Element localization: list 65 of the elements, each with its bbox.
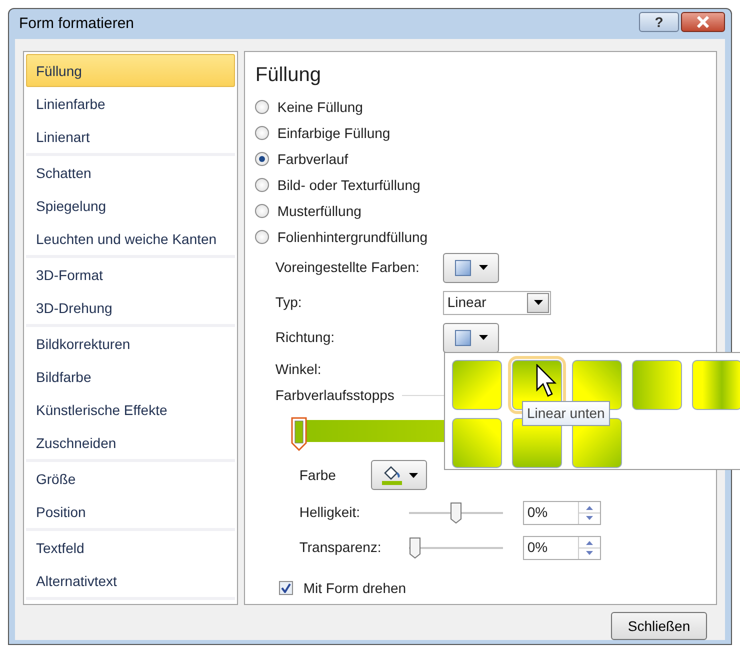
paint-bucket-icon [381, 465, 404, 485]
window-title: Form formatieren [19, 14, 134, 34]
direction-dropdown[interactable] [443, 322, 500, 352]
radio-label: Farbverlauf [277, 150, 348, 168]
caret-icon [479, 265, 488, 270]
radio-button[interactable] [255, 152, 270, 166]
transparency-field[interactable]: 0% [523, 536, 602, 560]
radio-button[interactable] [255, 100, 270, 114]
section-label: Farbverlaufsstopps [275, 386, 394, 405]
radio-button[interactable] [255, 178, 270, 192]
sidebar-item[interactable]: Schatten [26, 156, 236, 189]
sidebar-item[interactable]: Füllung [26, 54, 236, 87]
field-label: Farbe [299, 466, 337, 484]
tooltip: Linear unten [522, 401, 610, 426]
caret-icon [408, 472, 418, 478]
sidebar-item[interactable]: Linienart [26, 120, 236, 153]
sidebar-item[interactable]: Textfeld [26, 531, 236, 564]
sidebar-item[interactable]: Zuschneiden [26, 426, 236, 459]
radio-label: Bild- oder Texturfüllung [277, 176, 420, 195]
close-icon [696, 16, 710, 28]
field-label: Voreingestellte Farben: [275, 258, 420, 277]
gradient-tile[interactable] [452, 360, 502, 410]
field-label: Richtung: [275, 328, 336, 347]
color-dropdown[interactable] [371, 460, 428, 490]
sidebar-item[interactable]: Künstlerische Effekte [26, 393, 236, 426]
field-label: Winkel: [275, 360, 322, 378]
gradient-stop-handle[interactable] [291, 417, 308, 451]
slider-thumb[interactable] [450, 502, 462, 524]
sidebar-item[interactable]: Bildfarbe [26, 360, 236, 393]
caret-icon [479, 335, 488, 340]
slider-thumb[interactable] [409, 536, 422, 558]
help-button[interactable]: ? [639, 12, 679, 32]
gradient-swatch-icon [454, 260, 471, 276]
radio-label: Musterfüllung [277, 202, 362, 221]
sidebar-item[interactable]: 3D-Format [26, 258, 236, 291]
field-label: Typ: [275, 293, 303, 312]
sidebar-item[interactable]: Leuchten und weiche Kanten [26, 222, 236, 255]
sidebar-item[interactable]: 3D-Drehung [26, 291, 236, 324]
sidebar-item[interactable]: Größe [26, 462, 236, 495]
type-dropdown[interactable]: Linear [443, 290, 552, 314]
sidebar-item[interactable]: Linienfarbe [26, 87, 236, 120]
gradient-tile[interactable] [632, 360, 682, 410]
brightness-field[interactable]: 0% [523, 500, 602, 524]
gradient-tile[interactable] [452, 418, 502, 468]
radio-label: Folienhintergrundfüllung [277, 228, 428, 247]
checkbox-label: Mit Form drehen [303, 578, 406, 598]
radio-button[interactable] [255, 126, 270, 140]
close-dialog-button[interactable]: Schließen [611, 612, 707, 640]
sidebar-item[interactable]: Spiegelung [26, 189, 236, 222]
section-heading: Füllung [255, 63, 322, 88]
radio-label: Einfarbige Füllung [277, 124, 390, 143]
preset-colors-dropdown[interactable] [443, 252, 500, 282]
gradient-tile[interactable] [692, 360, 740, 410]
radio-button[interactable] [255, 204, 270, 218]
radio-label: Keine Füllung [277, 98, 363, 117]
caret-icon [534, 300, 543, 305]
field-label: Transparenz: [299, 538, 382, 557]
sidebar-item[interactable]: Bildkorrekturen [26, 327, 236, 360]
field-label: Helligkeit: [299, 503, 362, 522]
sidebar-item[interactable]: Position [26, 495, 236, 528]
gradient-swatch-icon [454, 330, 471, 346]
close-button[interactable] [681, 12, 725, 32]
radio-button[interactable] [255, 230, 270, 244]
checkbox[interactable] [279, 581, 294, 595]
sidebar-item[interactable]: Alternativtext [26, 564, 236, 597]
